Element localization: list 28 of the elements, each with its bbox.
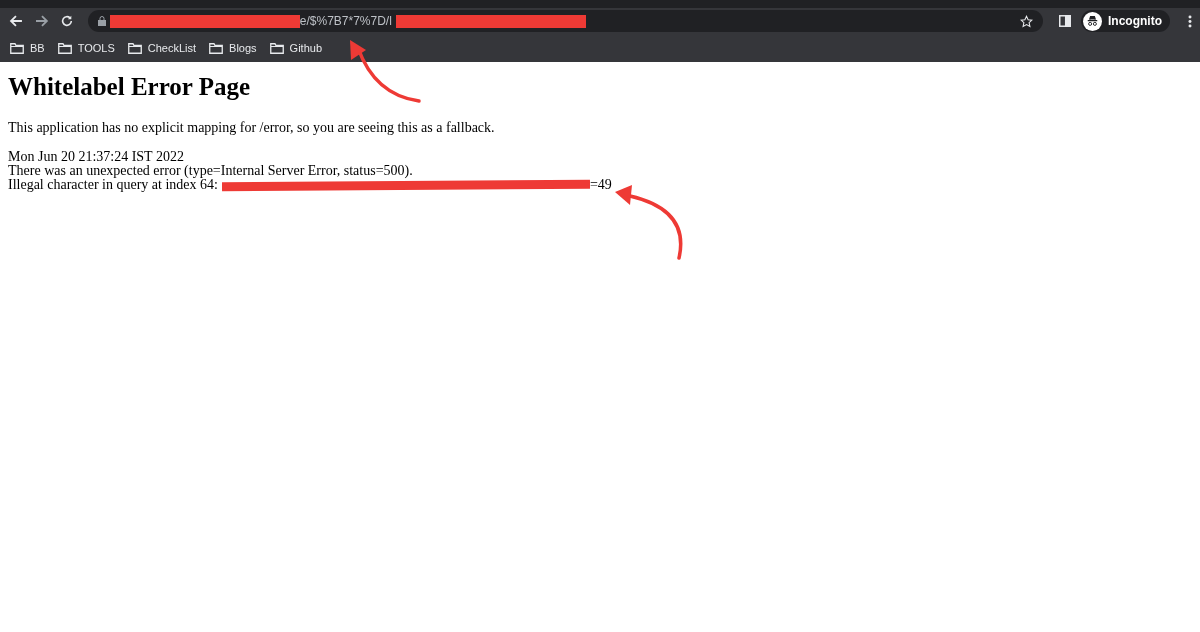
incognito-icon — [1083, 11, 1103, 31]
reload-icon[interactable] — [59, 14, 74, 28]
folder-icon — [127, 42, 142, 54]
folder-icon — [57, 42, 72, 54]
side-panel-icon[interactable] — [1059, 15, 1072, 27]
folder-icon — [209, 42, 224, 54]
back-icon[interactable] — [8, 13, 24, 29]
error-detail-text: Illegal character in query at index 64: — [8, 178, 218, 192]
bookmark-item[interactable]: Github — [269, 39, 323, 57]
address-bar[interactable]: e/$%7B7*7%7D/l — [87, 10, 1044, 32]
forward-icon[interactable] — [33, 13, 50, 29]
folder-icon — [269, 42, 284, 54]
error-detail-suffix: =49 — [589, 178, 612, 192]
page-heading: Whitelabel Error Page — [8, 72, 252, 102]
bookmark-item[interactable]: BB — [10, 39, 45, 57]
error-text: There was an unexpected error (type=Internal Server Error, status=500). — [8, 164, 414, 178]
url-text: e/$%7B7*7%7D/l — [299, 13, 392, 30]
intro-text: This application has no explicit mapping for /error, so you are seeing this as a fallback. — [8, 120, 496, 136]
bookmark-item[interactable]: Blogs — [209, 39, 257, 57]
bookmark-item[interactable]: TOOLS — [57, 39, 115, 57]
bookmark-item[interactable]: CheckList — [127, 39, 197, 57]
timestamp-text: Mon Jun 20 21:37:24 IST 2022 — [8, 150, 185, 164]
lock-icon — [97, 16, 106, 26]
annotation-arrow — [350, 40, 421, 103]
star-icon[interactable] — [1020, 14, 1034, 28]
folder-icon — [10, 42, 24, 54]
menu-icon[interactable] — [1188, 14, 1192, 28]
profile-button[interactable]: Incognito — [1081, 10, 1171, 32]
